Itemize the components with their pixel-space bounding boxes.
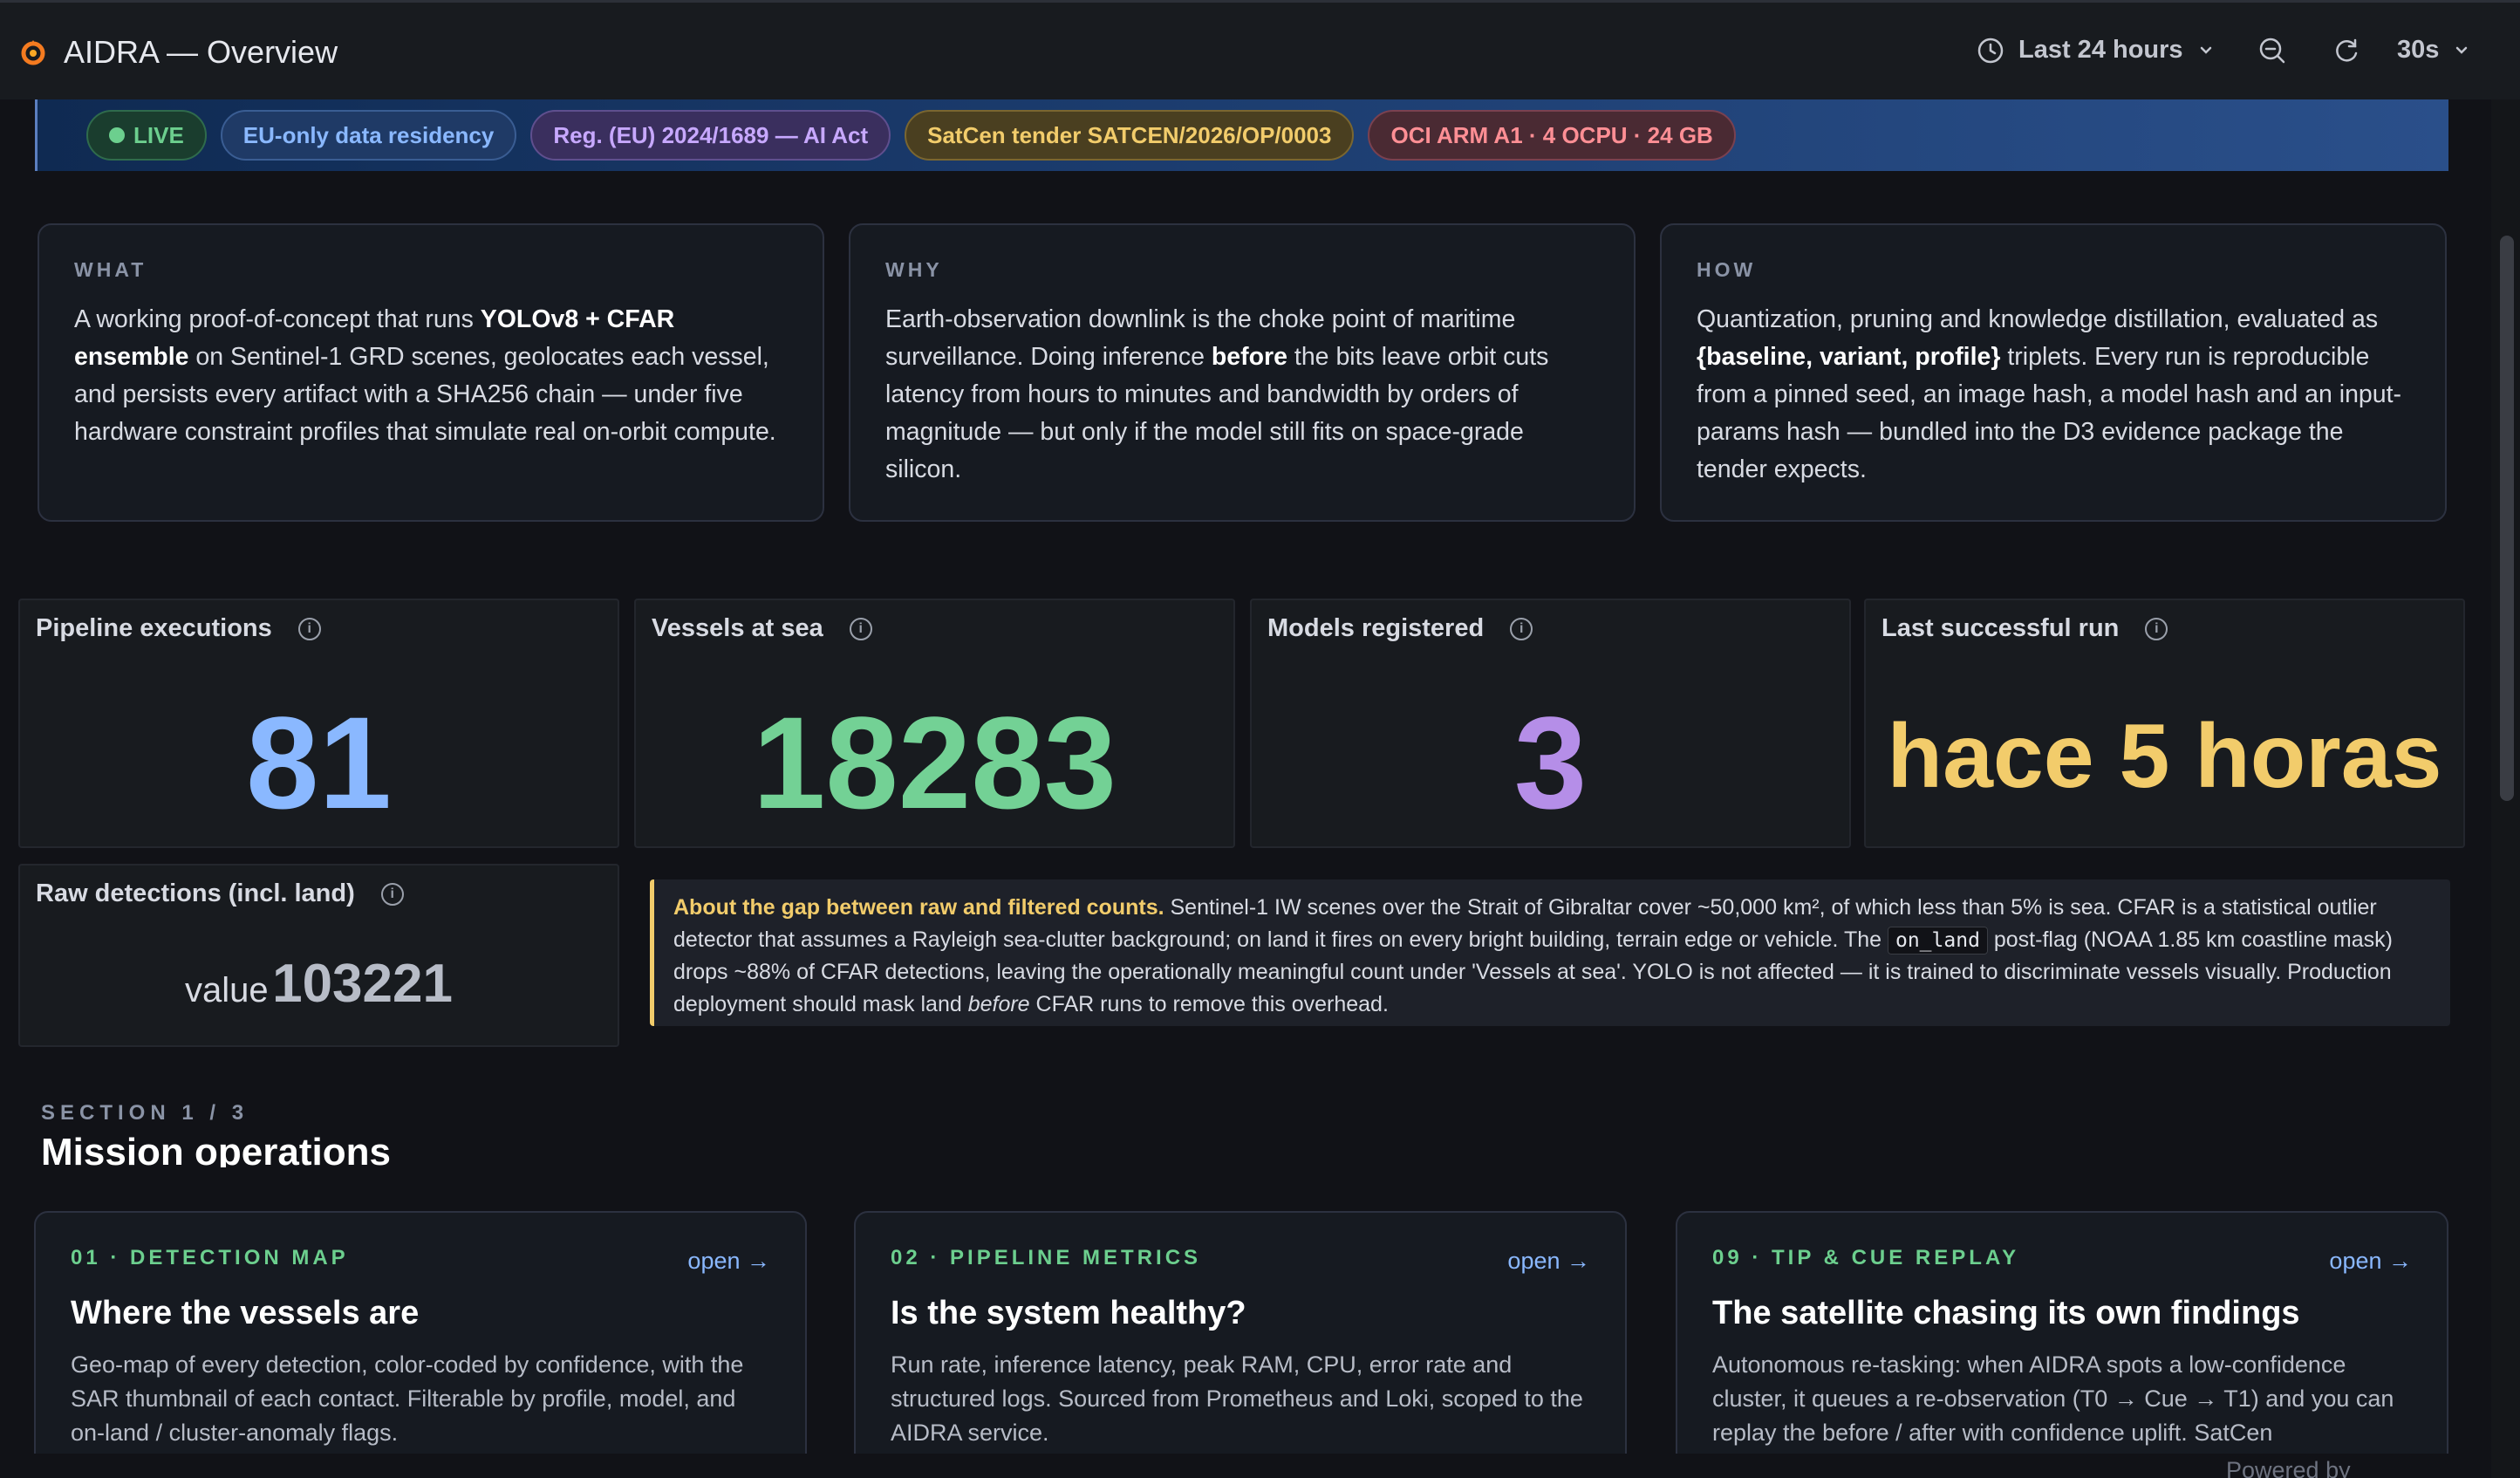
tip-cue-replay-card[interactable]: 09 · TIP & CUE REPLAY open → The satelli… bbox=[1676, 1211, 2448, 1478]
eu-residency-badge: EU-only data residency bbox=[220, 110, 517, 161]
chevron-down-icon bbox=[2456, 46, 2468, 54]
panel-title-text: Vessels at sea bbox=[652, 614, 823, 642]
time-range-label: Last 24 hours bbox=[2018, 36, 2183, 64]
scrollbar-thumb[interactable] bbox=[2500, 236, 2514, 801]
card-description: Autonomous re-tasking: when AIDRA spots … bbox=[1712, 1351, 2394, 1446]
panel-title: Vessels at sea i bbox=[652, 614, 872, 643]
footer bbox=[0, 1454, 2520, 1478]
info-icon[interactable]: i bbox=[1510, 617, 1533, 640]
card-emphasis: {baseline, variant, profile} bbox=[1697, 343, 2001, 371]
section-title: Mission operations bbox=[41, 1131, 391, 1167]
refresh-interval-picker[interactable]: 30s bbox=[2397, 36, 2470, 65]
info-icon[interactable]: i bbox=[2145, 617, 2168, 640]
info-icon[interactable]: i bbox=[297, 617, 321, 640]
note-text: CFAR runs to remove this overhead. bbox=[1029, 991, 1389, 1016]
info-icon[interactable]: i bbox=[849, 617, 872, 640]
on-land-code: on_land bbox=[1887, 926, 1988, 955]
raw-detections-panel[interactable]: Raw detections (incl. land) i value 10322… bbox=[18, 864, 619, 1047]
open-link[interactable]: open → bbox=[2329, 1248, 2412, 1275]
pipeline-executions-value: 81 bbox=[246, 689, 392, 836]
panel-title: Pipeline executions i bbox=[36, 614, 321, 643]
card-description: Geo-map of every detection, color-coded … bbox=[71, 1351, 744, 1446]
refresh-interval-label: 30s bbox=[2397, 36, 2440, 64]
panel-title-text: Last successful run bbox=[1881, 614, 2120, 642]
note-highlight: About the gap between raw and filtered c… bbox=[673, 895, 1164, 920]
card-kicker: 02 · PIPELINE METRICS bbox=[891, 1246, 1202, 1269]
why-card: WHY Earth-observation downlink is the ch… bbox=[849, 223, 1636, 522]
compute-badge: OCI ARM A1 · 4 OCPU · 24 GB bbox=[1368, 110, 1736, 161]
last-successful-run-panel[interactable]: Last successful run i hace 5 horas bbox=[1864, 599, 2465, 848]
pipeline-executions-panel[interactable]: Pipeline executions i 81 bbox=[18, 599, 619, 848]
raw-detections-value-row: value 103221 bbox=[20, 953, 618, 1015]
card-kicker: 09 · TIP & CUE REPLAY bbox=[1712, 1246, 2020, 1269]
how-card: HOW Quantization, pruning and knowledge … bbox=[1660, 223, 2447, 522]
section-kicker: SECTION 1 / 3 bbox=[41, 1101, 249, 1125]
clock-icon bbox=[1977, 38, 2004, 63]
card-text: Quantization, pruning and knowledge dist… bbox=[1697, 305, 2379, 333]
panel-title-text: Models registered bbox=[1267, 614, 1485, 642]
live-label: LIVE bbox=[133, 121, 184, 148]
ai-act-badge: Reg. (EU) 2024/1689 — AI Act bbox=[530, 110, 891, 161]
last-successful-run-value: hace 5 horas bbox=[1887, 706, 2442, 807]
card-kicker: WHY bbox=[885, 258, 943, 281]
card-body: Quantization, pruning and knowledge dist… bbox=[1697, 301, 2410, 489]
card-text: A working proof-of-concept that runs bbox=[74, 305, 481, 333]
top-bar: AIDRA — Overview Last 24 hours 30s bbox=[0, 0, 2520, 99]
raw-detections-prefix: value bbox=[185, 971, 269, 1009]
open-link[interactable]: open → bbox=[1507, 1248, 1590, 1275]
status-banner: LIVE EU-only data residency Reg. (EU) 20… bbox=[35, 99, 2448, 171]
panel-title: Raw detections (incl. land) i bbox=[36, 879, 404, 908]
card-title: Where the vessels are bbox=[71, 1295, 420, 1331]
dashboard-title[interactable]: AIDRA — Overview bbox=[64, 34, 338, 71]
info-icon[interactable]: i bbox=[380, 882, 404, 906]
detection-map-card[interactable]: 01 · DETECTION MAP open → Where the vess… bbox=[34, 1211, 807, 1478]
zoom-out-icon[interactable] bbox=[2257, 36, 2287, 65]
card-title: The satellite chasing its own findings bbox=[1712, 1295, 2300, 1331]
panel-title-text: Raw detections (incl. land) bbox=[36, 879, 355, 907]
raw-detections-value: 103221 bbox=[272, 954, 453, 1014]
tender-badge: SatCen tender SATCEN/2026/OP/0003 bbox=[905, 110, 1355, 161]
live-badge: LIVE bbox=[86, 110, 207, 161]
note-emphasis: before bbox=[967, 991, 1030, 1016]
card-emphasis: before bbox=[1211, 343, 1287, 371]
time-range-picker[interactable]: Last 24 hours bbox=[1977, 36, 2215, 65]
card-body: Earth-observation downlink is the choke … bbox=[885, 301, 1599, 489]
card-kicker: HOW bbox=[1697, 258, 1757, 281]
card-kicker: WHAT bbox=[74, 258, 147, 281]
gap-explanation-note: About the gap between raw and filtered c… bbox=[650, 879, 2450, 1026]
panel-title-text: Pipeline executions bbox=[36, 614, 272, 642]
powered-by-label: Powered by bbox=[2226, 1457, 2351, 1478]
open-link[interactable]: open → bbox=[687, 1248, 770, 1275]
card-title: Is the system healthy? bbox=[891, 1295, 1246, 1331]
card-body: A working proof-of-concept that runs YOL… bbox=[74, 301, 788, 451]
refresh-icon[interactable] bbox=[2332, 36, 2361, 65]
panel-title: Models registered i bbox=[1267, 614, 1533, 643]
vessels-at-sea-panel[interactable]: Vessels at sea i 18283 bbox=[634, 599, 1235, 848]
chevron-down-icon bbox=[2200, 46, 2211, 54]
live-dot-icon bbox=[109, 127, 125, 143]
what-card: WHAT A working proof-of-concept that run… bbox=[38, 223, 824, 522]
vessels-at-sea-value: 18283 bbox=[752, 689, 1117, 836]
pipeline-metrics-card[interactable]: 02 · PIPELINE METRICS open → Is the syst… bbox=[854, 1211, 1627, 1478]
card-description: Run rate, inference latency, peak RAM, C… bbox=[891, 1351, 1583, 1446]
panel-title: Last successful run i bbox=[1881, 614, 2168, 643]
models-registered-value: 3 bbox=[1513, 689, 1588, 836]
models-registered-panel[interactable]: Models registered i 3 bbox=[1250, 599, 1851, 848]
grafana-logo-icon[interactable] bbox=[17, 38, 49, 69]
card-kicker: 01 · DETECTION MAP bbox=[71, 1246, 349, 1269]
